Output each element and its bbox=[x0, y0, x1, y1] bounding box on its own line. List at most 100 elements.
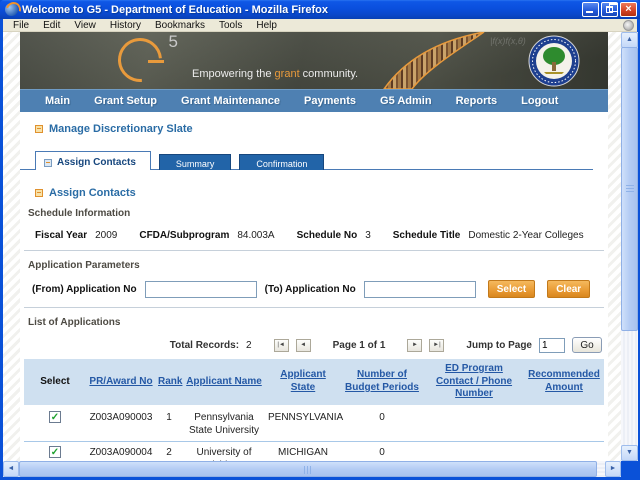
close-button[interactable]: × bbox=[620, 2, 637, 17]
ed-contact-cell bbox=[424, 406, 524, 442]
column-rank[interactable]: Rank bbox=[156, 359, 182, 405]
table-row: ✓ Z003A090004 2 University of Michigan M… bbox=[24, 441, 604, 461]
schedule-title-label: Schedule Title bbox=[392, 230, 461, 241]
banner-formula-text: |f(x)f(x,θ) bbox=[490, 36, 526, 46]
select-button[interactable]: Select bbox=[487, 280, 536, 298]
column-ed-program-contact[interactable]: ED Program Contact / Phone Number bbox=[424, 359, 524, 405]
previous-page-button[interactable]: ◄ bbox=[295, 338, 311, 352]
menu-edit[interactable]: Edit bbox=[37, 20, 66, 31]
title-bar[interactable]: Welcome to G5 - Department of Education … bbox=[0, 0, 640, 19]
nav-main[interactable]: Main bbox=[45, 95, 70, 107]
table-row: ✓ Z003A090003 1 Pennsylvania State Unive… bbox=[24, 406, 604, 442]
minimize-icon bbox=[586, 11, 593, 13]
column-recommended-amount[interactable]: Recommended Amount bbox=[524, 359, 604, 405]
bullet-square-icon bbox=[35, 189, 43, 197]
vertical-scrollbar[interactable]: ▲ ▼ bbox=[621, 32, 638, 461]
total-records-label: Total Records: bbox=[169, 339, 240, 351]
from-application-no-label: (From) Application No bbox=[32, 283, 137, 295]
check-icon: ✓ bbox=[50, 446, 60, 458]
vertical-scrollbar-thumb[interactable] bbox=[621, 47, 638, 331]
column-applicant-name[interactable]: Applicant Name bbox=[182, 359, 266, 405]
application-parameters-form: (From) Application No (To) Application N… bbox=[32, 280, 608, 298]
menu-file[interactable]: File bbox=[7, 20, 35, 31]
minimize-button[interactable] bbox=[582, 2, 599, 17]
schedule-title-value: Domestic 2-Year Colleges bbox=[468, 230, 584, 241]
scroll-up-icon: ▲ bbox=[626, 36, 633, 43]
nav-payments[interactable]: Payments bbox=[304, 95, 356, 107]
jump-to-page-label: Jump to Page bbox=[466, 339, 532, 351]
from-application-no-input[interactable] bbox=[144, 280, 257, 298]
clear-button[interactable]: Clear bbox=[547, 280, 591, 298]
rank-cell: 2 bbox=[156, 441, 182, 461]
applicant-name-cell: University of Michigan bbox=[182, 441, 266, 461]
bullet-square-icon bbox=[35, 125, 43, 133]
nav-grant-setup[interactable]: Grant Setup bbox=[94, 95, 157, 107]
restore-icon bbox=[606, 3, 618, 13]
scroll-right-button[interactable]: ► bbox=[605, 461, 621, 477]
tab-confirmation[interactable]: Confirmation bbox=[239, 154, 325, 170]
jump-to-page-input[interactable] bbox=[539, 337, 565, 353]
nav-grant-maintenance[interactable]: Grant Maintenance bbox=[181, 95, 280, 107]
menu-history[interactable]: History bbox=[104, 20, 147, 31]
firefox-icon bbox=[5, 3, 18, 16]
g5-logo-icon: 5 bbox=[109, 32, 178, 89]
page-content: 5 Empowering the grant community. |f(x)f… bbox=[20, 32, 608, 461]
g5-banner: 5 Empowering the grant community. |f(x)f… bbox=[20, 32, 608, 89]
to-application-no-input[interactable] bbox=[363, 280, 476, 298]
schedule-information-heading: Schedule Information bbox=[28, 208, 131, 219]
column-pr-award-no[interactable]: PR/Award No bbox=[86, 359, 156, 405]
page-viewport: 5 Empowering the grant community. |f(x)f… bbox=[3, 32, 621, 461]
row-select-checkbox[interactable]: ✓ bbox=[49, 410, 61, 423]
cfda-value: 84.003A bbox=[237, 230, 275, 241]
banner-tagline: Empowering the grant community. bbox=[192, 68, 359, 80]
application-parameters-heading: Application Parameters bbox=[28, 260, 140, 271]
restore-button[interactable] bbox=[601, 2, 618, 17]
first-page-button[interactable]: |◄ bbox=[273, 338, 289, 352]
menu-help[interactable]: Help bbox=[250, 20, 283, 31]
nav-g5-admin[interactable]: G5 Admin bbox=[380, 95, 432, 107]
horizontal-scrollbar[interactable]: ◄ ► bbox=[3, 461, 621, 477]
menu-tools[interactable]: Tools bbox=[213, 20, 248, 31]
pr-award-no-cell: Z003A090004 bbox=[86, 441, 156, 461]
recommended-amount-cell bbox=[524, 441, 604, 461]
to-application-no-label: (To) Application No bbox=[264, 283, 356, 295]
scroll-up-button[interactable]: ▲ bbox=[621, 32, 638, 48]
horizontal-scrollbar-thumb[interactable] bbox=[19, 461, 597, 477]
close-icon: × bbox=[625, 3, 632, 15]
scroll-right-icon: ► bbox=[609, 465, 617, 472]
pr-award-no-cell: Z003A090003 bbox=[86, 406, 156, 442]
section-divider bbox=[24, 307, 604, 308]
pager-top: Total Records: 2 |◄ ◄ Page 1 of 1 ► ►| J… bbox=[20, 335, 602, 355]
section-title: Assign Contacts bbox=[35, 187, 608, 199]
applicant-name-cell: Pennsylvania State University bbox=[182, 406, 266, 442]
tab-assign-contacts[interactable]: Assign Contacts bbox=[35, 151, 151, 170]
schedule-no-label: Schedule No bbox=[296, 230, 358, 241]
fiscal-year-value: 2009 bbox=[95, 230, 118, 241]
go-button[interactable]: Go bbox=[572, 337, 602, 353]
check-icon: ✓ bbox=[50, 411, 60, 423]
ed-contact-cell bbox=[424, 441, 524, 461]
rank-cell: 1 bbox=[156, 406, 182, 442]
nav-logout[interactable]: Logout bbox=[521, 95, 558, 107]
bookshelf-crescent-image bbox=[383, 32, 485, 89]
menu-bookmarks[interactable]: Bookmarks bbox=[149, 20, 211, 31]
menu-bar: File Edit View History Bookmarks Tools H… bbox=[3, 19, 637, 32]
last-page-button[interactable]: ►| bbox=[429, 338, 445, 352]
column-applicant-state[interactable]: Applicant State bbox=[266, 359, 340, 405]
menu-view[interactable]: View bbox=[68, 20, 102, 31]
row-select-checkbox[interactable]: ✓ bbox=[49, 445, 61, 458]
tab-strip: Assign Contacts Summary Confirmation bbox=[20, 151, 608, 170]
nav-reports[interactable]: Reports bbox=[456, 95, 498, 107]
column-budget-periods[interactable]: Number of Budget Periods bbox=[340, 359, 424, 405]
scroll-down-icon: ▼ bbox=[626, 449, 633, 456]
table-header-row: Select PR/Award No Rank Applicant Name A… bbox=[24, 359, 604, 405]
section-divider bbox=[24, 250, 604, 251]
scroll-down-button[interactable]: ▼ bbox=[621, 445, 638, 461]
tab-form-icon bbox=[44, 158, 52, 167]
total-records-value: 2 bbox=[246, 339, 252, 351]
scroll-left-button[interactable]: ◄ bbox=[3, 461, 19, 477]
window-title: Welcome to G5 - Department of Education … bbox=[22, 3, 328, 16]
page-title: Manage Discretionary Slate bbox=[35, 123, 608, 135]
next-page-button[interactable]: ► bbox=[407, 338, 423, 352]
tab-summary[interactable]: Summary bbox=[158, 154, 232, 170]
